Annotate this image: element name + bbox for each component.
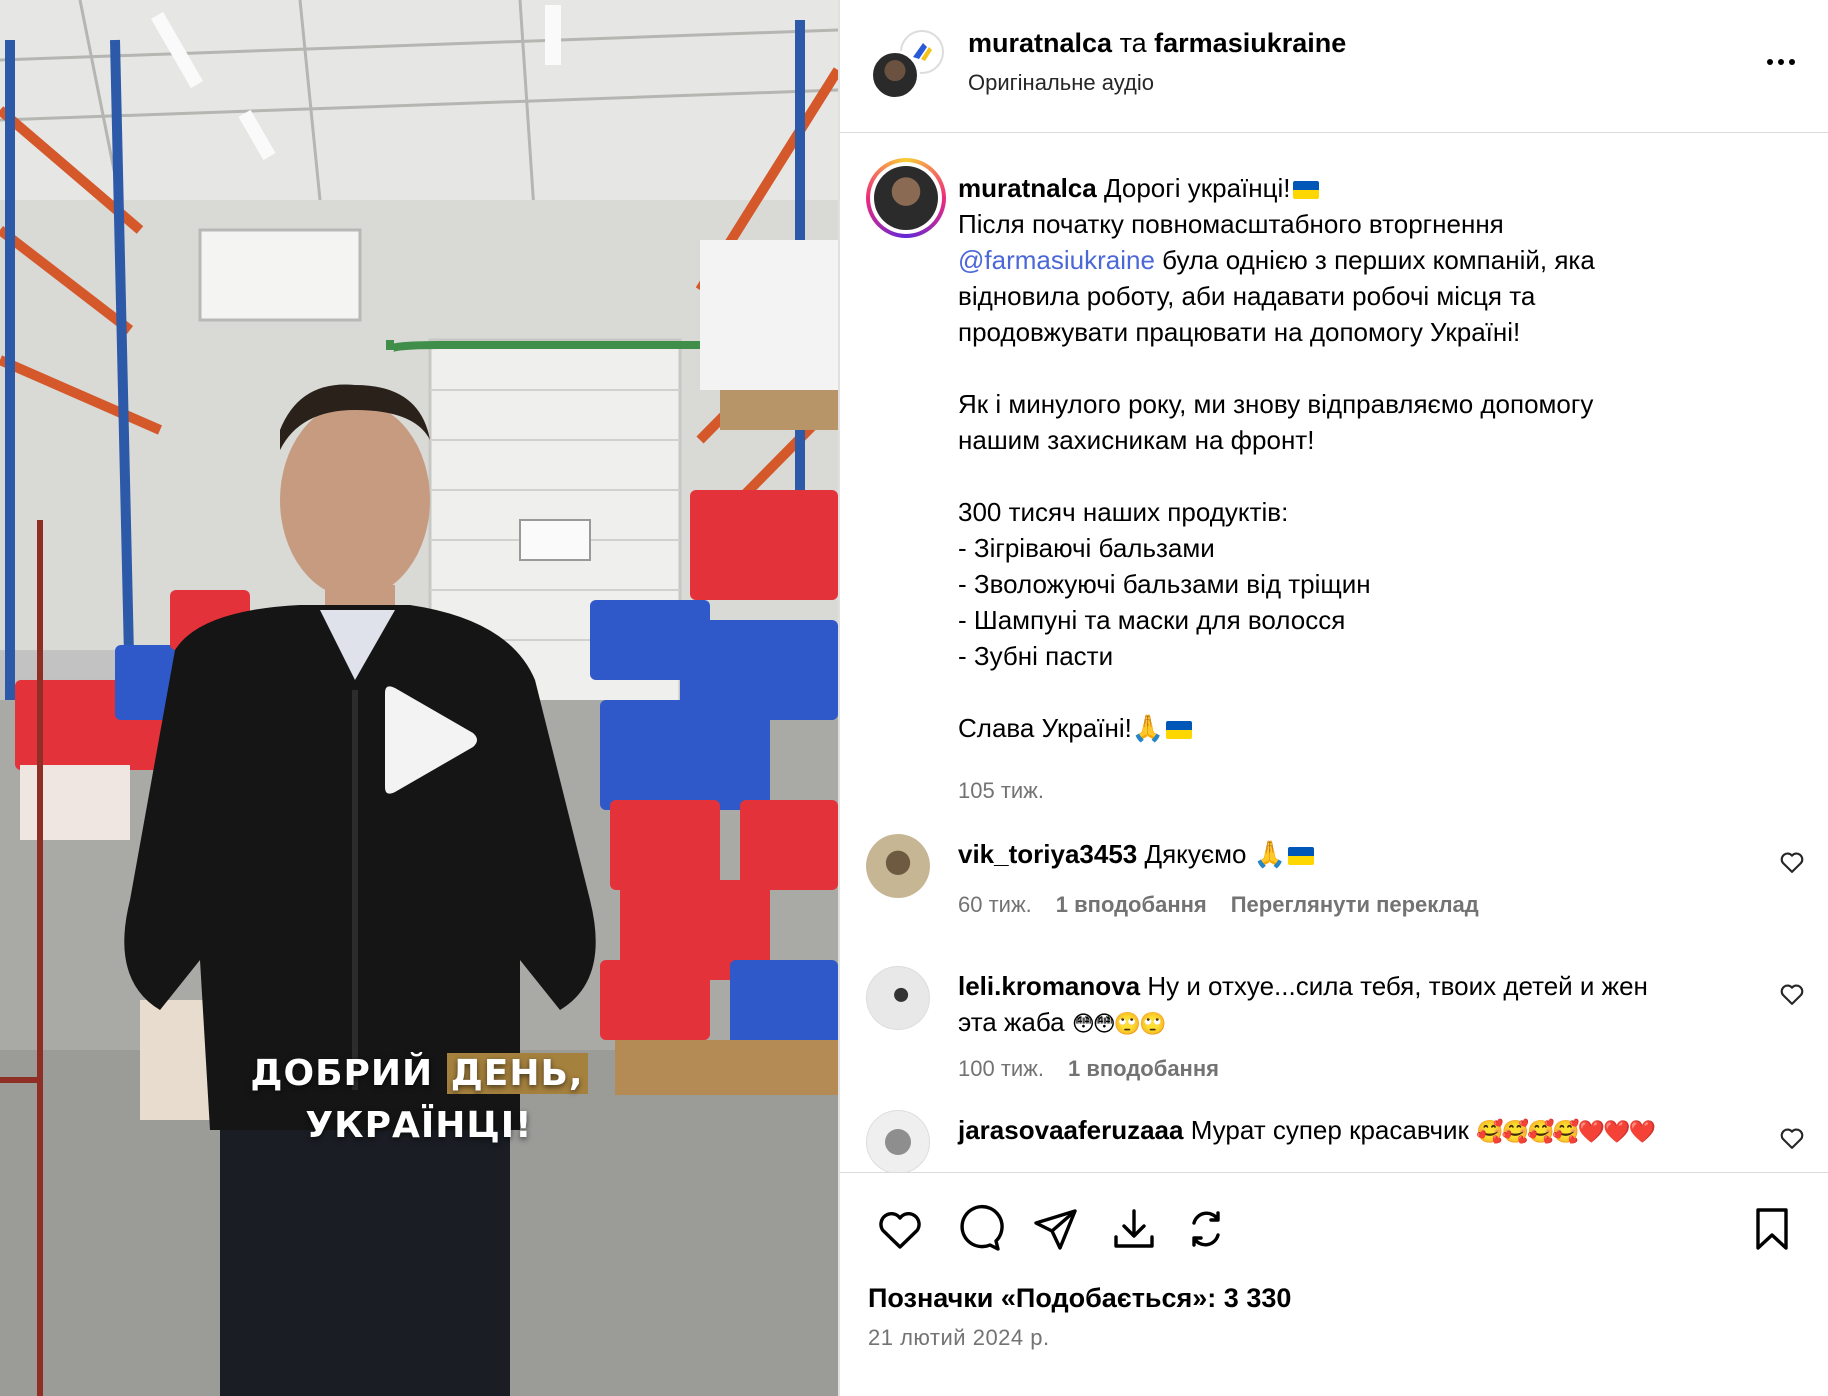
avatar-image <box>874 166 938 230</box>
comment-time: 60 тиж. <box>958 892 1032 917</box>
author-avatar[interactable] <box>870 50 920 100</box>
praying-hands-icon: 🙏 <box>1253 840 1287 870</box>
caption-line: Слава Україні! <box>958 713 1132 743</box>
comment-text: vik_toriya3453 Дякуємо 🙏 <box>958 836 1738 873</box>
bookmark-icon[interactable] <box>1746 1203 1798 1255</box>
like-comment-icon[interactable] <box>1778 980 1806 1008</box>
caption-line: була однією з перших компаній, яка <box>1154 245 1595 275</box>
caption-line <box>958 674 1808 710</box>
audio-label[interactable]: Оригінальне аудіо <box>968 70 1154 96</box>
ukraine-flag-icon <box>1166 721 1193 740</box>
play-icon <box>385 686 477 794</box>
caption-line: - Зубні пасти <box>958 641 1114 671</box>
comment-meta: 60 тиж. 1 вподобання Переглянути перекла… <box>958 892 1479 918</box>
comment-text: leli.kromanova Ну и отхуе...сила тебя, т… <box>958 968 1738 1043</box>
post-actions: Позначки «Подобається»: 3 330 21 лютий 2… <box>840 1172 1828 1396</box>
collab-avatars[interactable] <box>870 30 944 102</box>
post-authors: muratnalca та farmasiukraine <box>968 28 1346 59</box>
caption-line: нашим захисникам на фронт! <box>958 425 1315 455</box>
commenter-avatar[interactable] <box>866 1110 930 1172</box>
more-icon <box>1767 59 1795 65</box>
video-subtitle: ДОБРИЙ ДЕНЬ, УКРАЇНЦІ! <box>0 1048 838 1152</box>
caption-line: Як і минулого року, ми знову відправляєм… <box>958 389 1594 419</box>
caption-line: - Зволожуючі бальзами від тріщин <box>958 569 1371 599</box>
caption-line: продовжувати працювати на допомогу Украї… <box>958 317 1521 347</box>
subtitle-word-2: ДЕНЬ, <box>446 1053 588 1094</box>
caption-text: muratnalca Дорогі українці! Після початк… <box>958 170 1808 747</box>
post-date: 21 лютий 2024 р. <box>868 1325 1050 1350</box>
comments-list[interactable]: muratnalca Дорогі українці! Після початк… <box>840 134 1828 1172</box>
comment-emoji: 🥰🥰🥰🥰❤️❤️❤️ <box>1476 1120 1656 1145</box>
comment-body: Дякуємо <box>1144 839 1247 869</box>
mention-link[interactable]: @farmasiukraine <box>958 245 1155 275</box>
caption-avatar[interactable] <box>866 158 946 238</box>
ukraine-flag-icon <box>1288 847 1315 866</box>
comment-username[interactable]: leli.kromanova <box>958 971 1140 1001</box>
caption-line: - Шампуні та маски для волосся <box>958 605 1346 635</box>
author-username[interactable]: muratnalca <box>968 28 1112 58</box>
caption-line: відновила роботу, аби надавати робочі мі… <box>958 281 1536 311</box>
commenter-avatar[interactable] <box>866 834 930 898</box>
share-icon[interactable] <box>1030 1203 1082 1255</box>
like-comment-icon[interactable] <box>1778 1124 1806 1152</box>
comment-time: 100 тиж. <box>958 1056 1045 1081</box>
caption-timestamp: 105 тиж. <box>958 778 1045 803</box>
ukraine-flag-icon <box>1292 181 1319 200</box>
play-button[interactable] <box>340 660 500 820</box>
caption-username[interactable]: muratnalca <box>958 173 1097 203</box>
comment-meta: 100 тиж. 1 вподобання <box>958 1056 1219 1082</box>
subtitle-word-1: ДОБРИЙ <box>250 1053 447 1094</box>
remix-icon[interactable] <box>1180 1203 1232 1255</box>
caption-line: - Зігріваючі бальзами <box>958 533 1215 563</box>
like-comment-icon[interactable] <box>1778 848 1806 876</box>
caption-line: Дорогі українці! <box>1103 173 1291 203</box>
see-translation-button[interactable]: Переглянути переклад <box>1231 892 1479 918</box>
post-header: muratnalca та farmasiukraine Оригінальне… <box>840 0 1828 133</box>
comment-username[interactable]: vik_toriya3453 <box>958 839 1137 869</box>
comment-icon[interactable] <box>952 1203 1004 1255</box>
caption-line: Після початку повномасштабного вторгненн… <box>958 209 1504 239</box>
comment-likes-button[interactable]: 1 вподобання <box>1056 892 1207 918</box>
caption-line <box>958 458 1808 494</box>
comment-username[interactable]: jarasovaaferuzaaa <box>958 1115 1183 1145</box>
more-options-button[interactable] <box>1756 42 1806 82</box>
authors-separator: та <box>1112 28 1155 58</box>
comment-likes-button[interactable]: 1 вподобання <box>1068 1056 1219 1082</box>
praying-hands-icon: 🙏 <box>1131 714 1165 744</box>
comment-text: jarasovaaferuzaaa Мурат супер красавчик … <box>958 1112 1738 1151</box>
comment-body: эта жаба <box>958 1007 1065 1037</box>
post-sidebar: muratnalca та farmasiukraine Оригінальне… <box>840 0 1828 1396</box>
comment-body: Мурат супер красавчик <box>1190 1115 1469 1145</box>
collaborator-username[interactable]: farmasiukraine <box>1154 28 1346 58</box>
heart-icon[interactable] <box>874 1203 926 1255</box>
download-icon[interactable] <box>1108 1203 1160 1255</box>
commenter-avatar[interactable] <box>866 966 930 1030</box>
caption-line <box>958 350 1808 386</box>
video-player[interactable]: ДОБРИЙ ДЕНЬ, УКРАЇНЦІ! <box>0 0 838 1396</box>
subtitle-line-2: УКРАЇНЦІ! <box>305 1105 533 1146</box>
comment-body: Ну и отхуе...сила тебя, твоих детей и же… <box>1147 971 1648 1001</box>
caption-line: 300 тисяч наших продуктів: <box>958 497 1289 527</box>
likes-count[interactable]: Позначки «Подобається»: 3 330 <box>868 1283 1291 1314</box>
comment-emoji: 😳😳🙄🙄 <box>1071 1012 1167 1037</box>
